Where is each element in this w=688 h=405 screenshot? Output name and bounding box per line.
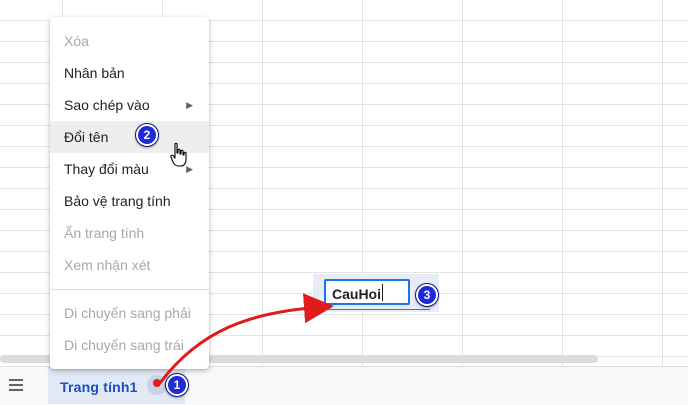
menu-item-label: Sao chép vào	[64, 97, 150, 113]
menu-item-label: Thay đổi màu	[64, 161, 149, 177]
menu-item-label: Đổi tên	[64, 129, 109, 145]
menu-divider	[50, 289, 209, 290]
menu-item-label: Xem nhận xét	[64, 257, 151, 273]
step-badge-3: 3	[416, 284, 438, 306]
menu-item-duplicate[interactable]: Nhân bản	[50, 57, 209, 89]
menu-item-label: Nhân bản	[64, 65, 125, 81]
menu-item-move-left[interactable]: Di chuyển sang trái	[50, 329, 209, 361]
text-caret	[382, 284, 383, 301]
submenu-arrow-icon: ▶	[186, 164, 193, 174]
menu-item-rename[interactable]: Đổi tên	[50, 121, 209, 153]
menu-item-hide-sheet[interactable]: Ẩn trang tính	[50, 217, 209, 249]
menu-item-label: Ẩn trang tính	[64, 225, 145, 241]
step-badge-2: 2	[136, 124, 158, 146]
menu-item-move-right[interactable]: Di chuyển sang phải	[50, 297, 209, 329]
menu-item-protect-sheet[interactable]: Bảo vệ trang tính	[50, 185, 209, 217]
all-sheets-menu-icon[interactable]	[9, 379, 23, 391]
menu-item-change-color[interactable]: Thay đổi màu ▶	[50, 153, 209, 185]
menu-item-label: Bảo vệ trang tính	[64, 193, 171, 209]
rename-input[interactable]: CauHoi	[324, 279, 410, 305]
menu-item-delete[interactable]: Xóa	[50, 25, 209, 57]
menu-item-label: Di chuyển sang trái	[64, 337, 184, 353]
step-badge-1: 1	[166, 374, 188, 396]
menu-item-view-comments[interactable]: Xem nhận xét	[50, 249, 209, 281]
sheet-context-menu: Xóa Nhân bản Sao chép vào ▶ Đổi tên Thay…	[50, 17, 209, 369]
menu-item-copy-to[interactable]: Sao chép vào ▶	[50, 89, 209, 121]
submenu-arrow-icon: ▶	[186, 100, 193, 110]
rename-underline	[318, 309, 430, 310]
sheet-tab-dropdown[interactable]	[147, 375, 167, 395]
sheet-tab-label: Trang tính1	[60, 379, 138, 395]
menu-item-label: Di chuyển sang phải	[64, 305, 191, 321]
menu-item-label: Xóa	[64, 33, 89, 49]
